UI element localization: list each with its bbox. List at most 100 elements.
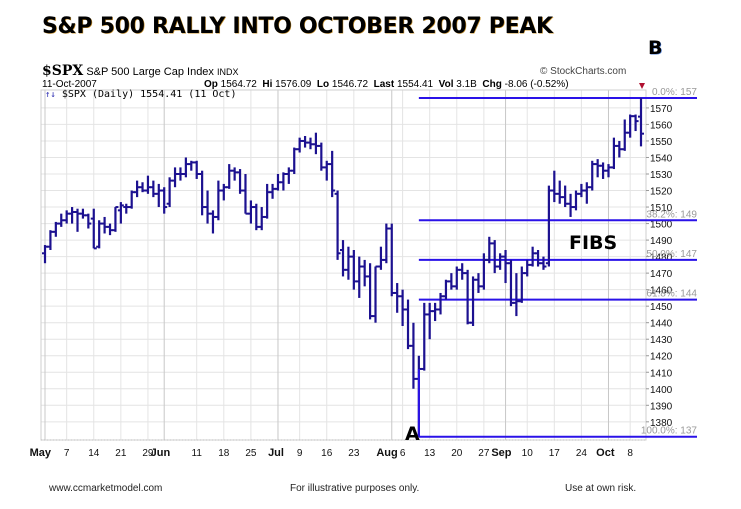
x-tick-label: 9 bbox=[297, 448, 303, 459]
footer-website: www.ccmarketmodel.com bbox=[49, 483, 163, 494]
fib-level-label: 61.8%: 144 bbox=[646, 289, 697, 300]
ohlc-bar bbox=[616, 140, 623, 158]
ohlc-bar bbox=[372, 265, 379, 323]
x-tick-label: 27 bbox=[478, 448, 490, 459]
chg-label: Chg bbox=[482, 79, 502, 90]
ohlc-bar bbox=[112, 206, 119, 232]
ohlc-bar bbox=[453, 266, 460, 290]
ohlc-bar bbox=[323, 160, 330, 181]
down-triangle-icon bbox=[639, 83, 645, 89]
exchange: INDX bbox=[217, 67, 239, 77]
ohlc-bar bbox=[432, 302, 439, 322]
ohlc-bar bbox=[610, 137, 617, 170]
ohlc-bar bbox=[155, 183, 162, 208]
x-tick-label: 8 bbox=[627, 448, 633, 459]
x-tick-label: May bbox=[30, 447, 52, 459]
ohlc-bar bbox=[502, 250, 509, 284]
x-tick-label: Oct bbox=[596, 447, 615, 459]
ohlc-bar bbox=[226, 164, 233, 189]
x-tick-label: 10 bbox=[522, 448, 534, 459]
ohlc-bar bbox=[296, 137, 303, 153]
ohlc-bar bbox=[459, 263, 466, 280]
x-tick-label: 18 bbox=[218, 448, 230, 459]
ohlc-bar bbox=[394, 283, 401, 313]
fib-level-label: 50.0%: 147 bbox=[646, 249, 697, 260]
ohlc-bar bbox=[188, 160, 195, 171]
low-label: Lo bbox=[316, 79, 330, 90]
ohlc-bar bbox=[627, 114, 634, 138]
ohlc-bar bbox=[356, 256, 363, 298]
ohlc-bar bbox=[567, 193, 574, 217]
ohlc-bar bbox=[388, 223, 395, 297]
quote-stats: Op 1564.72 Hi 1576.09 Lo 1546.72 Last 15… bbox=[204, 79, 569, 90]
ohlc-bar bbox=[437, 292, 444, 315]
ohlc-bar bbox=[540, 256, 547, 270]
y-tick-label: 1550 bbox=[650, 137, 673, 148]
ohlc-bar bbox=[583, 182, 590, 204]
ohlc-bar bbox=[85, 213, 92, 229]
x-tick-label: 23 bbox=[348, 448, 360, 459]
ohlc-bar bbox=[383, 223, 390, 264]
ohlc-bar bbox=[340, 240, 346, 277]
x-tick-label: Aug bbox=[376, 447, 397, 459]
ohlc-bar bbox=[79, 208, 86, 219]
ohlc-bar bbox=[291, 147, 298, 174]
ohlc-bar bbox=[52, 221, 59, 237]
y-tick-label: 1400 bbox=[650, 385, 673, 396]
ohlc-bar bbox=[302, 136, 309, 148]
ohlc-bar bbox=[220, 183, 227, 201]
x-tick-label: 7 bbox=[64, 448, 70, 459]
ohlc-bar bbox=[350, 250, 357, 290]
ohlc-bar bbox=[101, 216, 108, 234]
high-label: Hi bbox=[262, 79, 273, 90]
stockcharts-copyright: © StockCharts.com bbox=[540, 66, 627, 77]
footer-disclaimer: For illustrative purposes only. bbox=[290, 483, 420, 494]
y-tick-label: 1540 bbox=[650, 153, 673, 164]
ohlc-bar bbox=[312, 132, 319, 155]
y-tick-label: 1560 bbox=[650, 120, 673, 131]
ohlc-bar bbox=[134, 180, 141, 198]
ohlc-bar bbox=[161, 187, 168, 214]
x-tick-label: 17 bbox=[549, 448, 561, 459]
series-legend-text: $SPX (Daily) 1554.41 (11 Oct) bbox=[61, 89, 237, 100]
ohlc-bar bbox=[166, 177, 173, 208]
x-tick-label: Jun bbox=[151, 447, 171, 459]
y-tick-label: 1570 bbox=[650, 104, 673, 115]
ohlc-bar bbox=[513, 273, 520, 317]
x-tick-label: 11 bbox=[192, 448, 203, 459]
ohlc-bar bbox=[318, 142, 325, 171]
ohlc-bar bbox=[242, 174, 249, 215]
ohlc-bar bbox=[144, 175, 151, 194]
fib-level-label: 100.0%: 137 bbox=[641, 426, 698, 437]
ohlc-bar bbox=[535, 250, 542, 267]
x-tick-label: 24 bbox=[576, 448, 588, 459]
y-tick-label: 1430 bbox=[650, 335, 673, 346]
ohlc-bar bbox=[399, 289, 406, 326]
ohlc-bar bbox=[42, 245, 48, 264]
ohlc-bar bbox=[177, 167, 184, 181]
ohlc-bar bbox=[518, 266, 525, 303]
y-tick-label: 1410 bbox=[650, 368, 673, 379]
y-tick-label: 1440 bbox=[650, 319, 673, 330]
ohlc-bar bbox=[123, 203, 130, 214]
y-tick-label: 1520 bbox=[650, 187, 673, 198]
x-tick-label: 13 bbox=[424, 448, 436, 459]
fib-level-label: 38.2%: 149 bbox=[646, 209, 697, 220]
ohlc-bar bbox=[464, 269, 471, 325]
ohlc-bar bbox=[193, 160, 200, 179]
x-tick-label: 14 bbox=[88, 448, 100, 459]
ohlc-bar bbox=[199, 170, 206, 216]
ohlc-bar bbox=[96, 220, 103, 249]
ohlc-bars bbox=[42, 97, 644, 437]
ohlc-bar bbox=[545, 185, 552, 267]
x-tick-label: Jul bbox=[268, 447, 284, 459]
ohlc-bar bbox=[117, 202, 124, 224]
fibs-annotation: FIBS bbox=[569, 232, 617, 254]
ohlc-bar bbox=[247, 200, 254, 224]
ohlc-bar bbox=[600, 162, 607, 179]
fib-level-label: 0.0%: 157 bbox=[652, 87, 697, 98]
symbol: $SPX bbox=[42, 63, 84, 79]
ohlc-bar bbox=[90, 208, 97, 250]
ohlc-bar bbox=[562, 185, 569, 208]
ohlc-bar bbox=[253, 203, 260, 231]
